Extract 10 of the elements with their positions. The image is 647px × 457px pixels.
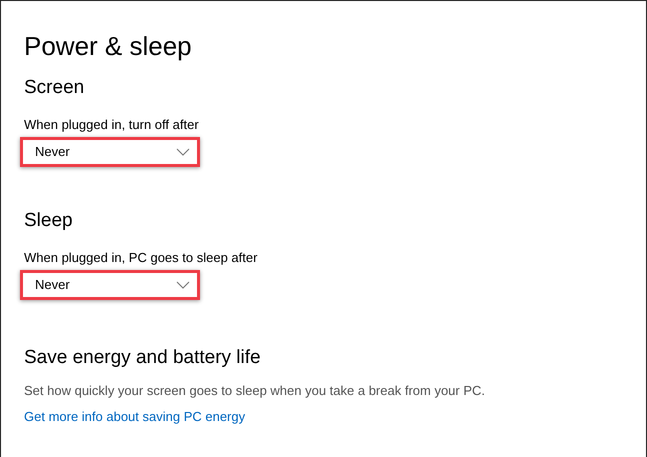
page-title: Power & sleep bbox=[24, 30, 193, 63]
setting-label: When plugged in, PC goes to sleep after bbox=[24, 249, 258, 266]
description: Set how quickly your screen goes to sleep when you take a break from your PC. bbox=[24, 382, 486, 399]
setting-label: When plugged in, turn off after bbox=[24, 116, 200, 133]
section-heading: Save energy and battery life bbox=[24, 346, 262, 370]
section-heading: Screen bbox=[24, 76, 86, 100]
chevron-down-icon bbox=[176, 148, 190, 156]
chevron-down-icon bbox=[176, 281, 190, 289]
info-link[interactable]: Get more info about saving PC energy bbox=[24, 408, 246, 425]
section-heading: Sleep bbox=[24, 209, 74, 233]
